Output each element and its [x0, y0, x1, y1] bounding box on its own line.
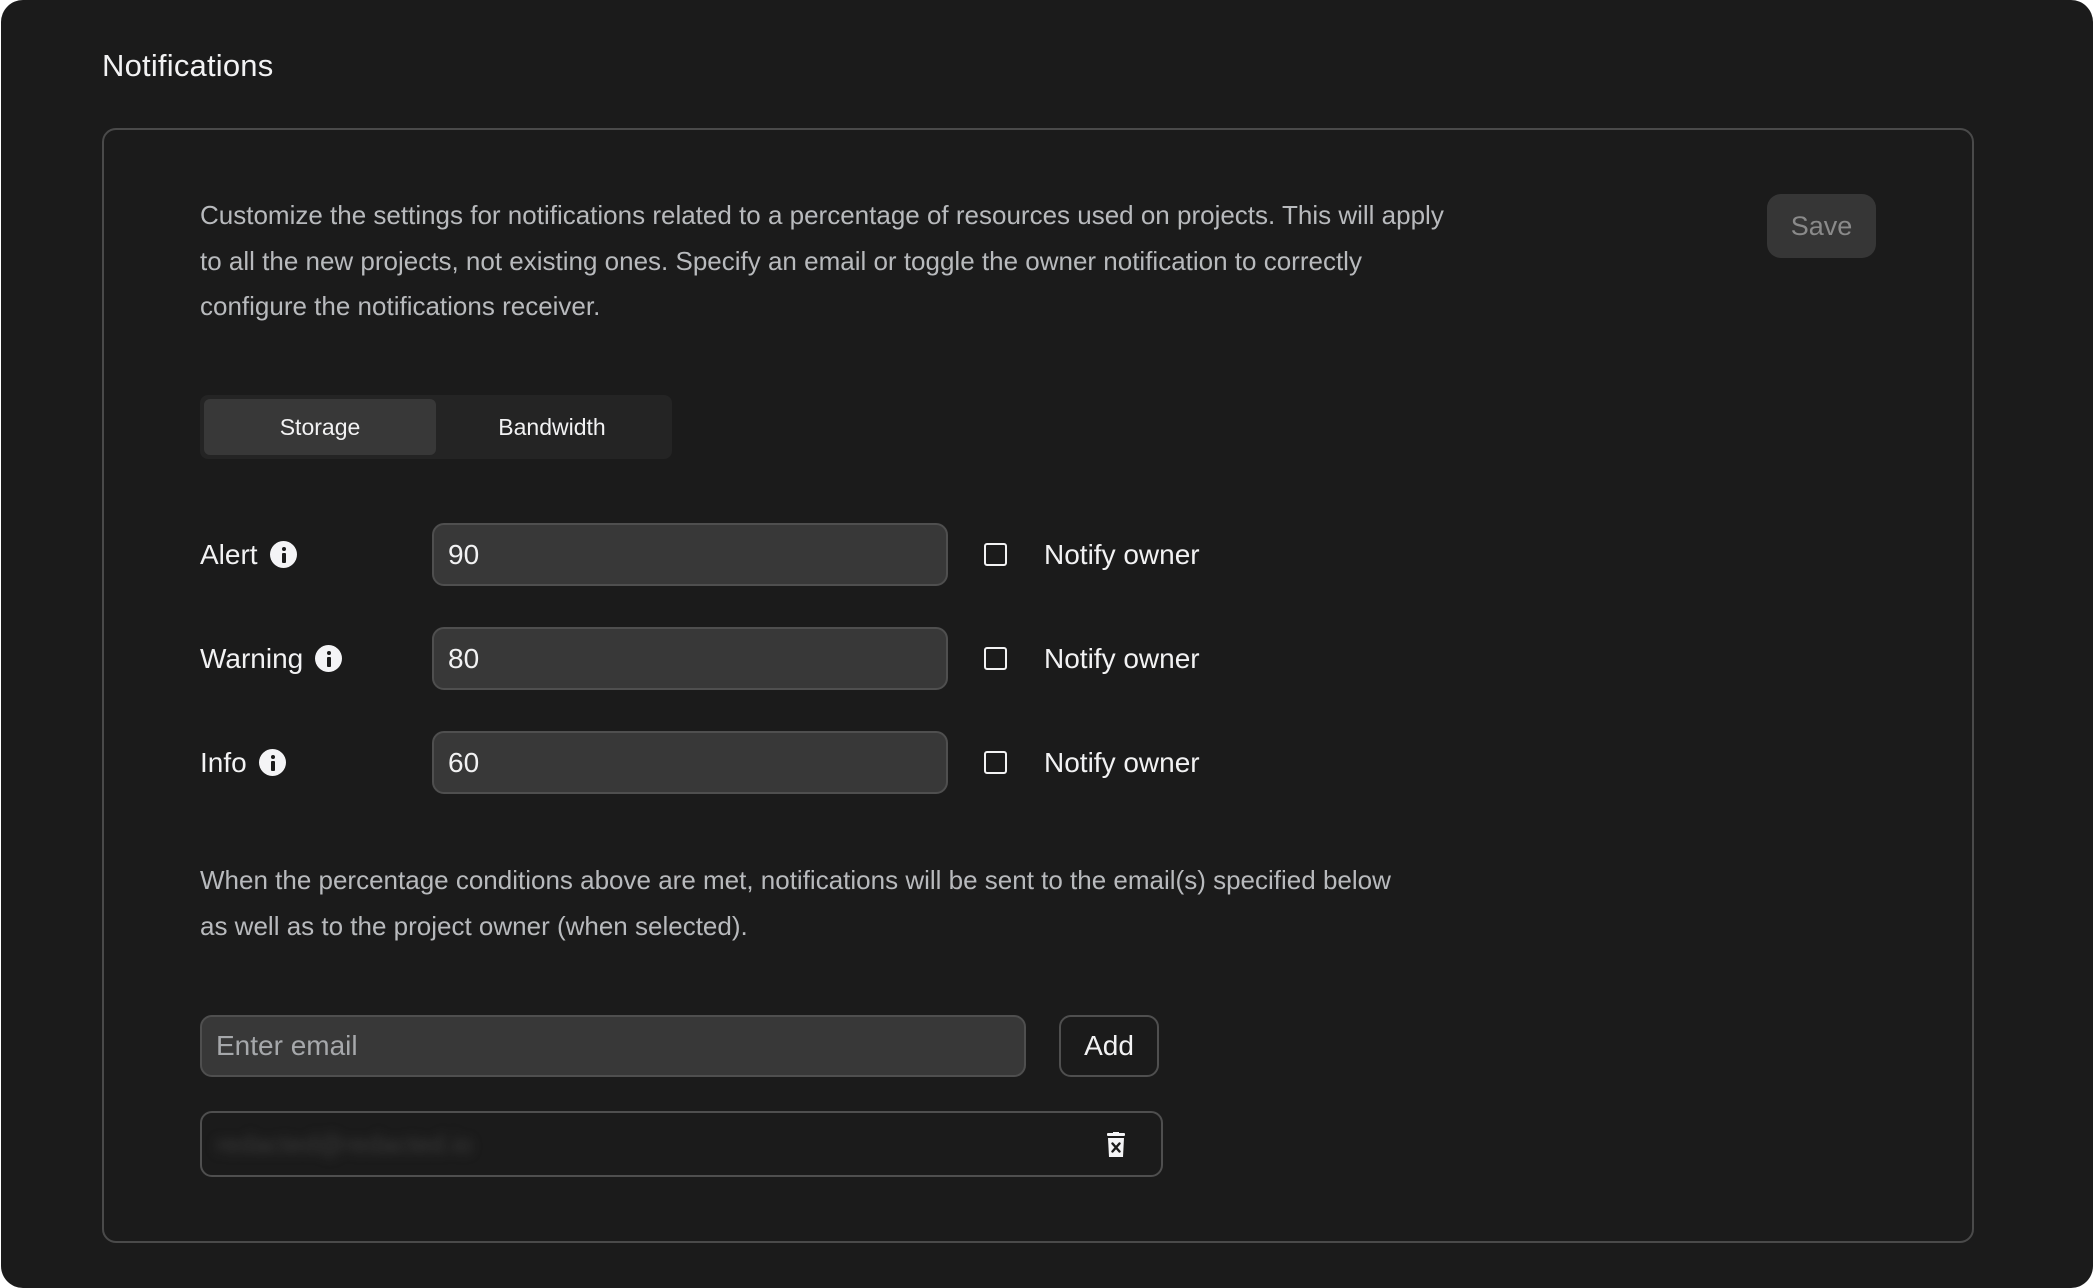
email-list-item: redacted@redacted.io — [200, 1111, 1163, 1177]
notify-owner-checkbox-warning[interactable] — [984, 647, 1007, 670]
threshold-label: Warning — [200, 627, 343, 690]
threshold-label-text: Warning — [200, 642, 304, 674]
page-title: Notifications — [102, 48, 274, 83]
email-address: redacted@redacted.io — [216, 1128, 473, 1159]
notify-owner-label[interactable]: Notify owner — [1044, 731, 1200, 794]
threshold-label-text: Alert — [200, 538, 258, 570]
tab-bandwidth[interactable]: Bandwidth — [436, 399, 668, 455]
warning-threshold-input[interactable] — [432, 627, 948, 690]
add-email-button[interactable]: Add — [1059, 1015, 1159, 1077]
threshold-row-info: Info Notify owner — [200, 731, 1200, 794]
alert-threshold-input[interactable] — [432, 523, 948, 586]
tab-storage[interactable]: Storage — [204, 399, 436, 455]
recipients-description: When the percentage conditions above are… — [200, 865, 1391, 941]
save-button[interactable]: Save — [1767, 194, 1876, 258]
info-icon[interactable] — [269, 541, 297, 568]
threshold-label-text: Info — [200, 746, 247, 778]
trash-icon[interactable] — [1104, 1132, 1128, 1158]
settings-panel: Notifications Customize the settings for… — [1, 0, 2093, 1288]
threshold-row-alert: Alert Notify owner — [200, 523, 1200, 586]
email-input[interactable] — [200, 1015, 1026, 1077]
notify-owner-checkbox-alert[interactable] — [984, 543, 1007, 566]
resource-tabs: Storage Bandwidth — [200, 395, 672, 459]
info-threshold-input[interactable] — [432, 731, 948, 794]
threshold-label: Alert — [200, 523, 297, 586]
notify-owner-checkbox-info[interactable] — [984, 751, 1007, 774]
notifications-description: Customize the settings for notifications… — [200, 200, 1444, 321]
threshold-label: Info — [200, 731, 286, 794]
info-icon[interactable] — [258, 749, 286, 776]
notify-owner-label[interactable]: Notify owner — [1044, 627, 1200, 690]
notify-owner-label[interactable]: Notify owner — [1044, 523, 1200, 586]
threshold-row-warning: Warning Notify owner — [200, 627, 1200, 690]
info-icon[interactable] — [315, 645, 343, 672]
